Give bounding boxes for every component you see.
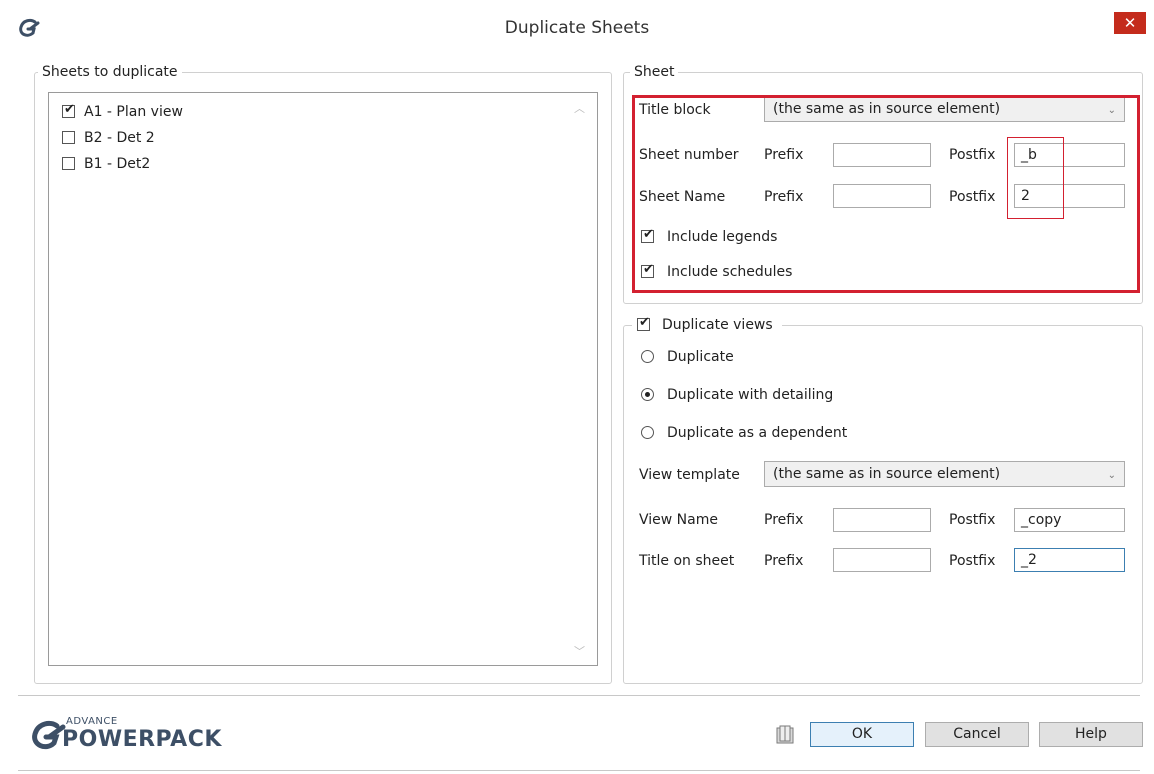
view-name-prefix-label: Prefix (764, 512, 804, 528)
title-on-sheet-label: Title on sheet (639, 553, 735, 569)
scroll-down-icon[interactable]: ﹀ (574, 643, 585, 659)
title-on-sheet-prefix-label: Prefix (764, 553, 804, 569)
view-name-postfix-input[interactable]: _copy (1014, 508, 1125, 532)
sheet-label: A1 - Plan view (84, 104, 183, 120)
duplicate-views-checkbox[interactable] (637, 315, 650, 331)
sheet-checkbox[interactable] (62, 157, 75, 170)
duplicate-radio-label: Duplicate (667, 349, 734, 365)
scroll-up-icon[interactable]: ︿ (574, 100, 585, 116)
powerpack-logo-icon (30, 720, 66, 754)
view-name-label: View Name (639, 512, 718, 528)
sheet-label: B2 - Det 2 (84, 130, 155, 146)
chevron-down-icon: ⌄ (1107, 470, 1116, 481)
list-item[interactable]: A1 - Plan view (62, 102, 282, 121)
duplicate-as-dependent-radio[interactable] (641, 426, 654, 439)
postfix-highlight-frame (1007, 137, 1064, 219)
view-name-prefix-input[interactable] (833, 508, 931, 532)
duplicate-views-group (623, 325, 1143, 684)
title-on-sheet-postfix-label: Postfix (949, 553, 996, 569)
logo-advance-text: ADVANCE (66, 716, 118, 727)
window-title: Duplicate Sheets (504, 18, 650, 38)
logo-powerpack-text: POWERPACK (62, 727, 222, 752)
duplicate-radio[interactable] (641, 350, 654, 363)
list-item[interactable]: B1 - Det2 (62, 155, 282, 173)
powerpack-logo: ADVANCE POWERPACK (30, 716, 230, 756)
view-template-label: View template (639, 467, 740, 483)
sheet-checkbox[interactable] (62, 131, 75, 144)
cancel-button[interactable]: Cancel (925, 722, 1029, 747)
duplicate-with-detailing-radio[interactable] (641, 388, 654, 401)
footer-divider (18, 695, 1140, 696)
view-template-value: (the same as in source element) (773, 466, 1001, 482)
help-button[interactable]: Help (1039, 722, 1143, 747)
duplicate-as-dependent-label: Duplicate as a dependent (667, 425, 848, 441)
view-template-select[interactable]: (the same as in source element) ⌄ (764, 461, 1125, 487)
view-name-postfix-label: Postfix (949, 512, 996, 528)
sheet-label: B1 - Det2 (84, 156, 151, 172)
sheets-to-duplicate-legend: Sheets to duplicate (38, 63, 182, 81)
duplicate-with-detailing-label: Duplicate with detailing (667, 387, 834, 403)
duplicate-views-legend: Duplicate views (662, 317, 773, 333)
title-on-sheet-prefix-input[interactable] (833, 548, 931, 572)
close-button[interactable]: ✕ (1114, 12, 1146, 34)
sheet-legend: Sheet (630, 63, 679, 81)
sheets-listbox[interactable] (48, 92, 598, 666)
ok-button[interactable]: OK (810, 722, 914, 747)
title-on-sheet-postfix-input[interactable]: _2 (1014, 548, 1125, 572)
sheet-checkbox[interactable] (62, 102, 75, 118)
info-book-icon[interactable] (775, 725, 795, 745)
list-item[interactable]: B2 - Det 2 (62, 129, 282, 147)
footer-divider-bottom (18, 770, 1140, 771)
